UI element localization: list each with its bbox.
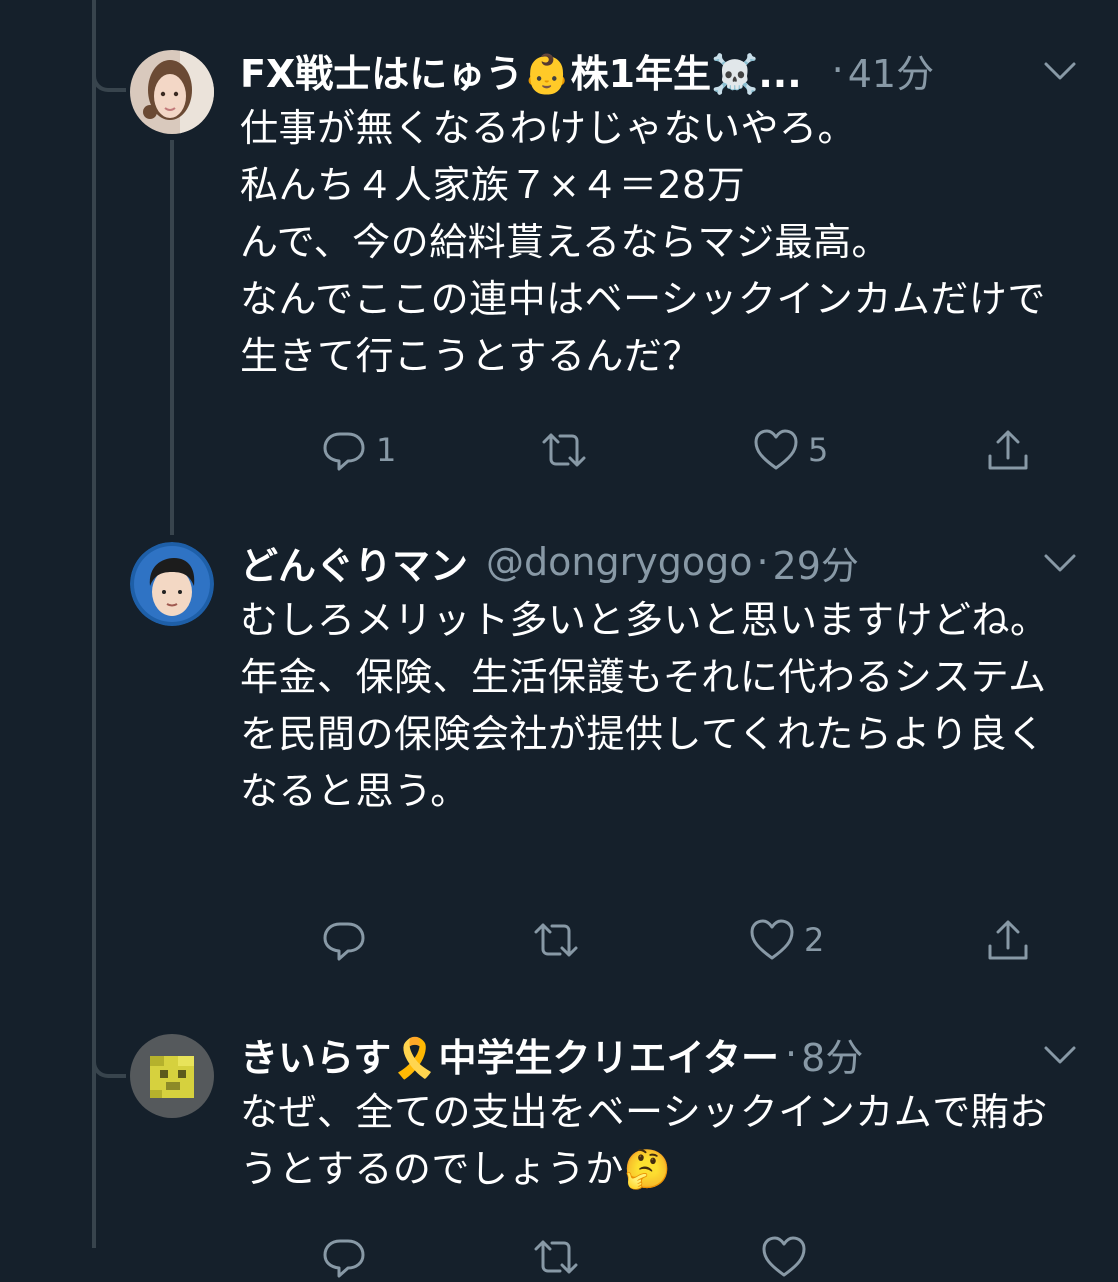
reply-button[interactable] [320,1232,368,1282]
thread-branch [92,1048,126,1078]
tweet-actions [320,1232,1040,1282]
chevron-down-icon[interactable] [1040,56,1080,86]
retweet-icon [534,1240,578,1274]
like-button[interactable]: 2 [748,915,824,965]
retweet-button[interactable] [540,425,588,475]
like-count: 2 [804,921,825,959]
tweet[interactable]: きいらす🎗️中学生クリエイター · 8分 なぜ、全ての支出をベーシックインカムで… [240,1024,1080,1198]
separator-dot: · [756,540,769,584]
tweet-actions: 2 [320,915,1040,965]
tweet-text: なぜ、全ての支出をベーシックインカムで賄おうとするのでしょうか🤔 [240,1090,1048,1191]
separator-dot: · [785,1032,798,1076]
chevron-down-icon[interactable] [1040,548,1080,578]
tweet[interactable]: どんぐりマン @dongrygogo · 29分 むしろメリット多いと多いと思い… [240,532,1080,820]
like-icon [762,1236,806,1277]
avatar[interactable] [130,542,214,626]
tweet[interactable]: FX戦士はにゅう👶株1年生☠️... · 41分 仕事が無くなるわけじゃないやろ… [240,40,1080,385]
tweet-header: どんぐりマン @dongrygogo · 29分 [240,532,1080,592]
timestamp[interactable]: 41分 [848,43,934,98]
reply-button[interactable]: 1 [320,425,396,475]
retweet-button[interactable] [532,1232,580,1282]
reply-icon [323,922,365,961]
timestamp[interactable]: 29分 [773,535,859,590]
chevron-down-icon[interactable] [1040,1040,1080,1070]
tweet-header: FX戦士はにゅう👶株1年生☠️... · 41分 [240,40,1080,100]
retweet-icon [534,923,578,957]
share-icon [988,920,1028,960]
separator-dot: · [831,48,844,92]
tweet-actions: 1 5 [320,425,1040,475]
reply-connector-line [170,140,174,535]
reply-icon [323,1239,365,1278]
thread-branch [92,62,126,92]
timestamp[interactable]: 8分 [801,1027,863,1082]
share-button[interactable] [984,915,1032,965]
display-name[interactable]: FX戦士はにゅう👶株1年生☠️... [240,43,802,98]
like-count: 5 [808,431,829,469]
share-icon [988,430,1028,470]
tweet-text: 仕事が無くなるわけじゃないやろ。 私んち４人家族７×４＝28万 んで、今の給料貰… [240,106,1046,378]
avatar[interactable] [130,50,214,134]
retweet-button[interactable] [532,915,580,965]
like-icon [754,429,798,470]
like-icon [750,919,794,960]
like-button[interactable]: 5 [752,425,828,475]
tweet-header: きいらす🎗️中学生クリエイター · 8分 [240,1024,1080,1084]
reply-icon [323,432,365,471]
display-name[interactable]: きいらす🎗️中学生クリエイター [240,1027,779,1082]
display-name[interactable]: どんぐりマン [240,535,468,590]
reply-count: 1 [376,431,397,469]
avatar[interactable] [130,1034,214,1118]
reply-button[interactable] [320,915,376,965]
share-button[interactable] [984,425,1032,475]
like-button[interactable] [760,1232,808,1282]
user-handle[interactable]: @dongrygogo [486,540,752,584]
tweet-text: むしろメリット多いと多いと思いますけどね。 年金、保険、生活保護もそれに代わるシ… [240,598,1049,813]
retweet-icon [542,433,586,467]
